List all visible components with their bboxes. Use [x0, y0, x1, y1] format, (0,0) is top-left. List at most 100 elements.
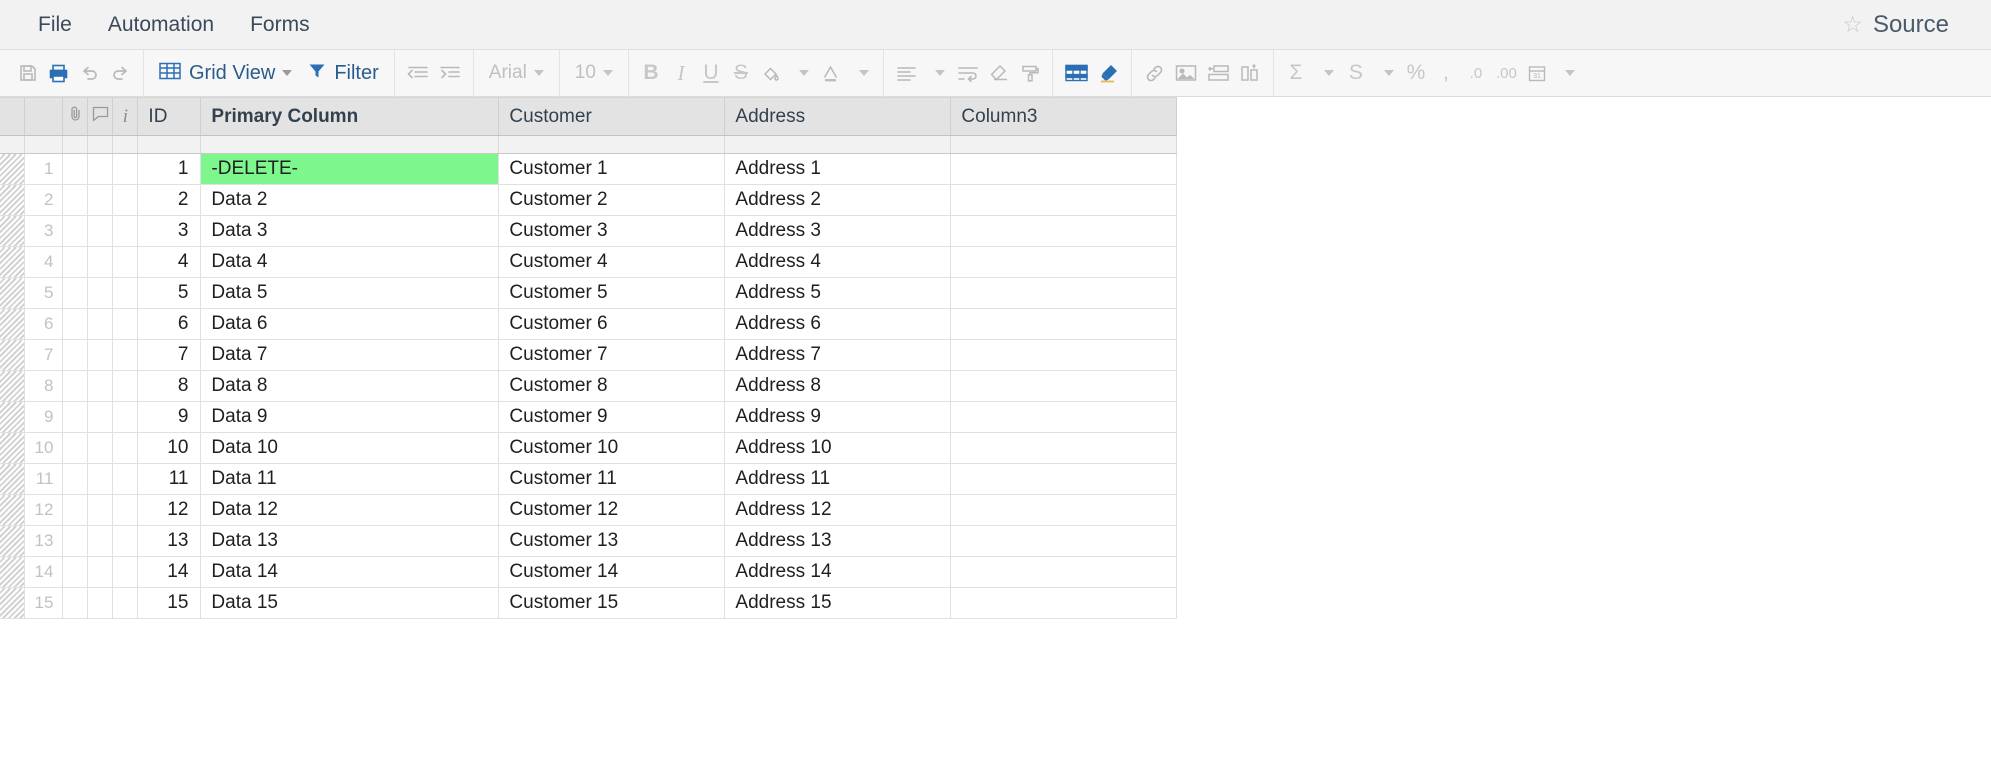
- cell-comment[interactable]: [87, 401, 114, 433]
- cell-customer[interactable]: Customer 3: [498, 215, 726, 247]
- cell-id[interactable]: 12: [137, 494, 202, 526]
- row-number[interactable]: 5: [24, 277, 64, 309]
- row-gutter-handle[interactable]: [0, 463, 25, 495]
- strikethrough-button[interactable]: S: [726, 56, 756, 90]
- row-gutter-handle[interactable]: [0, 370, 25, 402]
- cell-info[interactable]: [112, 246, 139, 278]
- cell-info[interactable]: [112, 370, 139, 402]
- cell-column3[interactable]: [950, 308, 1178, 340]
- row-gutter-handle[interactable]: [0, 432, 25, 464]
- filter-customer[interactable]: [498, 135, 726, 154]
- cell-primary[interactable]: Data 3: [200, 215, 500, 247]
- cell-id[interactable]: 6: [137, 308, 202, 340]
- cell-address[interactable]: Address 2: [724, 184, 952, 216]
- cell-id[interactable]: 5: [137, 277, 202, 309]
- header-customer[interactable]: Customer: [498, 97, 726, 136]
- cell-id[interactable]: 13: [137, 525, 202, 557]
- cell-column3[interactable]: [950, 494, 1178, 526]
- font-color-button[interactable]: [816, 56, 846, 90]
- insert-link-button[interactable]: [1139, 56, 1170, 90]
- cell-address[interactable]: Address 14: [724, 556, 952, 588]
- cell-customer[interactable]: Customer 10: [498, 432, 726, 464]
- cell-address[interactable]: Address 3: [724, 215, 952, 247]
- increase-indent-button[interactable]: [434, 56, 466, 90]
- insert-image-button[interactable]: [1170, 56, 1202, 90]
- row-gutter-handle[interactable]: [0, 401, 25, 433]
- cell-address[interactable]: Address 6: [724, 308, 952, 340]
- cell-primary[interactable]: -DELETE-: [200, 153, 500, 185]
- cell-primary[interactable]: Data 2: [200, 184, 500, 216]
- cell-id[interactable]: 3: [137, 215, 202, 247]
- cell-column3[interactable]: [950, 525, 1178, 557]
- header-info[interactable]: i: [112, 97, 139, 136]
- cell-address[interactable]: Address 4: [724, 246, 952, 278]
- bold-button[interactable]: B: [636, 56, 666, 90]
- cell-customer[interactable]: Customer 13: [498, 525, 726, 557]
- cell-info[interactable]: [112, 308, 139, 340]
- sum-button[interactable]: Σ: [1281, 56, 1311, 90]
- table-row[interactable]: 12 12 Data 12 Customer 12 Address 12: [0, 494, 1178, 526]
- cell-customer[interactable]: Customer 4: [498, 246, 726, 278]
- redo-button[interactable]: [105, 56, 136, 90]
- cell-comment[interactable]: [87, 246, 114, 278]
- cell-column3[interactable]: [950, 277, 1178, 309]
- cell-primary[interactable]: Data 13: [200, 525, 500, 557]
- cell-attachment[interactable]: [62, 184, 89, 216]
- cell-id[interactable]: 9: [137, 401, 202, 433]
- cell-customer[interactable]: Customer 1: [498, 153, 726, 185]
- row-number[interactable]: 6: [24, 308, 64, 340]
- cell-customer[interactable]: Customer 14: [498, 556, 726, 588]
- cell-info[interactable]: [112, 277, 139, 309]
- cell-address[interactable]: Address 5: [724, 277, 952, 309]
- row-number[interactable]: 1: [24, 153, 64, 185]
- row-number[interactable]: 14: [24, 556, 64, 588]
- row-number[interactable]: 7: [24, 339, 64, 371]
- cell-attachment[interactable]: [62, 308, 89, 340]
- cell-column3[interactable]: [950, 556, 1178, 588]
- row-number[interactable]: 4: [24, 246, 64, 278]
- cell-info[interactable]: [112, 401, 139, 433]
- currency-button[interactable]: S: [1341, 56, 1371, 90]
- row-gutter-handle[interactable]: [0, 308, 25, 340]
- sum-dropdown[interactable]: [1311, 56, 1341, 90]
- header-attachment[interactable]: [62, 97, 89, 136]
- cell-attachment[interactable]: [62, 587, 89, 619]
- cell-id[interactable]: 15: [137, 587, 202, 619]
- row-number[interactable]: 2: [24, 184, 64, 216]
- cell-customer[interactable]: Customer 8: [498, 370, 726, 402]
- table-row[interactable]: 2 2 Data 2 Customer 2 Address 2: [0, 184, 1178, 216]
- underline-button[interactable]: U: [696, 56, 726, 90]
- header-primary[interactable]: Primary Column: [200, 97, 500, 136]
- table-row[interactable]: 1 1 -DELETE- Customer 1 Address 1: [0, 153, 1178, 185]
- row-number[interactable]: 12: [24, 494, 64, 526]
- cell-info[interactable]: [112, 339, 139, 371]
- table-row[interactable]: 6 6 Data 6 Customer 6 Address 6: [0, 308, 1178, 340]
- table-row[interactable]: 14 14 Data 14 Customer 14 Address 14: [0, 556, 1178, 588]
- table-row[interactable]: 7 7 Data 7 Customer 7 Address 7: [0, 339, 1178, 371]
- decrease-decimal-button[interactable]: .0: [1461, 56, 1491, 90]
- cell-primary[interactable]: Data 9: [200, 401, 500, 433]
- cell-attachment[interactable]: [62, 370, 89, 402]
- cell-column3[interactable]: [950, 215, 1178, 247]
- cell-info[interactable]: [112, 494, 139, 526]
- cell-primary[interactable]: Data 5: [200, 277, 500, 309]
- fill-color-dropdown[interactable]: [786, 56, 816, 90]
- cell-address[interactable]: Address 7: [724, 339, 952, 371]
- table-row[interactable]: 3 3 Data 3 Customer 3 Address 3: [0, 215, 1178, 247]
- cell-primary[interactable]: Data 4: [200, 246, 500, 278]
- cell-primary[interactable]: Data 14: [200, 556, 500, 588]
- menu-forms[interactable]: Forms: [232, 0, 328, 50]
- table-row[interactable]: 15 15 Data 15 Customer 15 Address 15: [0, 587, 1178, 619]
- date-format-dropdown[interactable]: [1552, 56, 1582, 90]
- cell-comment[interactable]: [87, 525, 114, 557]
- menu-file[interactable]: File: [20, 0, 90, 50]
- font-color-dropdown[interactable]: [846, 56, 876, 90]
- cell-address[interactable]: Address 13: [724, 525, 952, 557]
- cell-address[interactable]: Address 12: [724, 494, 952, 526]
- fill-color-button[interactable]: [756, 56, 786, 90]
- cell-info[interactable]: [112, 463, 139, 495]
- filter-id[interactable]: [137, 135, 202, 154]
- cell-column3[interactable]: [950, 401, 1178, 433]
- cell-customer[interactable]: Customer 6: [498, 308, 726, 340]
- undo-button[interactable]: [74, 56, 105, 90]
